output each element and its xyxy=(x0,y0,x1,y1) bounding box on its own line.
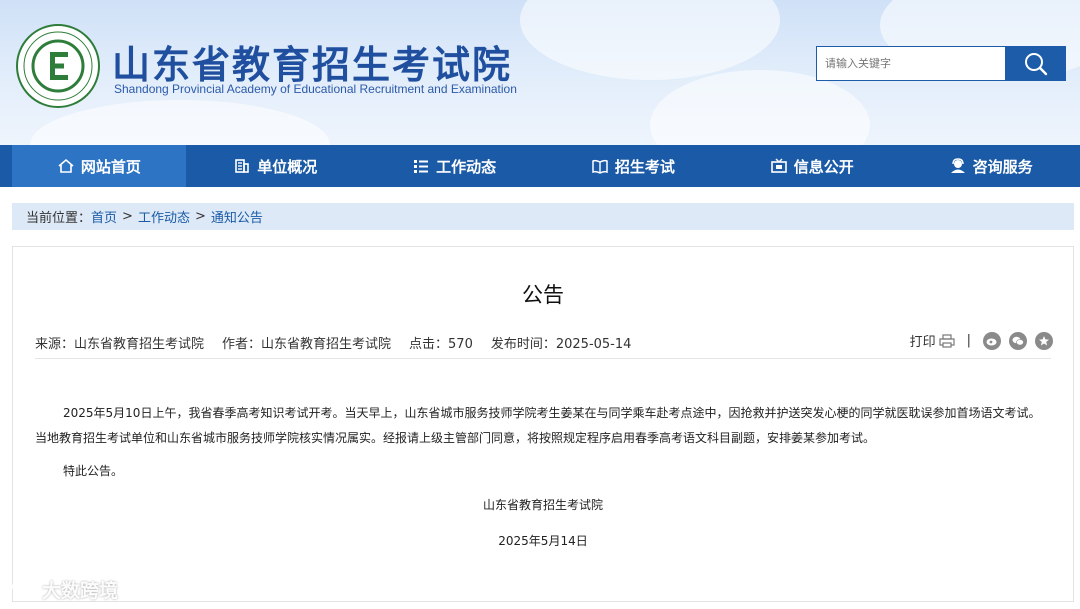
breadcrumb-home[interactable]: 首页 xyxy=(91,207,117,226)
nav-item-label: 工作动态 xyxy=(436,157,497,176)
meta-published: 发布时间：2025-05-14 xyxy=(490,337,632,352)
nav-item-label: 网站首页 xyxy=(80,157,141,176)
nav-item-consult[interactable]: 咨询服务 xyxy=(901,145,1080,187)
share-weibo-icon[interactable] xyxy=(983,331,1001,350)
breadcrumb: 当前位置： 首页 > 工作动态 > 通知公告 xyxy=(12,203,1074,230)
book-icon xyxy=(592,159,608,174)
nav-item-overview[interactable]: 单位概况 xyxy=(186,145,365,187)
star-icon xyxy=(1039,335,1049,345)
weibo-icon xyxy=(986,338,997,345)
wechat-icon xyxy=(1012,336,1024,345)
meta-clicks: 点击：570 xyxy=(409,337,473,352)
article-meta: 来源：山东省教育招生考试院 作者：山东省教育招生考试院 点击：570 发布时间：… xyxy=(35,333,631,352)
home-icon xyxy=(58,158,74,173)
header-cloud xyxy=(520,0,780,80)
info-board-icon xyxy=(770,158,787,173)
printer-icon xyxy=(939,333,955,348)
signature-org: 山东省教育招生考试院 xyxy=(482,498,603,512)
article-tools: 打印 | xyxy=(910,331,1053,350)
share-favorite-icon[interactable] xyxy=(1035,331,1053,350)
print-label: 打印 xyxy=(909,335,936,350)
breadcrumb-news[interactable]: 工作动态 xyxy=(138,207,190,226)
header-cloud xyxy=(650,70,870,145)
watermark: 大数跨境 xyxy=(8,576,118,603)
site-header: 山东省教育招生考试院 Shandong Provincial Academy o… xyxy=(0,0,1080,145)
search-input[interactable] xyxy=(816,46,1005,81)
nav-item-news[interactable]: 工作动态 xyxy=(365,145,544,187)
meta-author: 作者：山东省教育招生考试院 xyxy=(222,337,392,352)
print-button[interactable]: 打印 xyxy=(910,331,955,350)
list-icon xyxy=(414,160,429,173)
signature-date: 2025年5月14日 xyxy=(498,534,588,548)
breadcrumb-prefix: 当前位置： xyxy=(26,211,92,226)
meta-source: 来源：山东省教育招生考试院 xyxy=(35,337,205,352)
article-title: 公告 xyxy=(522,283,564,307)
watermark-logo-icon xyxy=(9,581,38,598)
site-title: 山东省教育招生考试院 xyxy=(112,43,513,87)
share-separator: | xyxy=(966,333,971,348)
article-body: 2025年5月10日上午，我省春季高考知识考试开考。当天早上，山东省城市服务技师… xyxy=(35,401,1051,451)
breadcrumb-notices[interactable]: 通知公告 xyxy=(211,207,263,226)
nav-item-home[interactable]: 网站首页 xyxy=(12,145,186,187)
nav-item-admission[interactable]: 招生考试 xyxy=(544,145,723,187)
search-button[interactable] xyxy=(1005,46,1066,81)
nav-item-label: 咨询服务 xyxy=(972,157,1033,176)
nav-item-label: 单位概况 xyxy=(257,157,318,176)
breadcrumb-separator: > xyxy=(122,209,133,224)
article-paragraph: 2025年5月10日上午，我省春季高考知识考试开考。当天早上，山东省城市服务技师… xyxy=(35,406,1041,445)
article-notice: 特此公告。 xyxy=(63,464,124,478)
nav-item-label: 招生考试 xyxy=(614,157,675,176)
site-subtitle: Shandong Provincial Academy of Education… xyxy=(114,82,517,96)
share-wechat-icon[interactable] xyxy=(1009,331,1027,350)
search-icon xyxy=(1024,52,1047,75)
site-logo-seal[interactable] xyxy=(16,24,100,108)
article-container: 公告 来源：山东省教育招生考试院 作者：山东省教育招生考试院 点击：570 发布… xyxy=(12,246,1074,602)
nav-item-disclosure[interactable]: 信息公开 xyxy=(722,145,901,187)
breadcrumb-separator: > xyxy=(194,209,206,224)
consult-icon xyxy=(950,158,965,173)
nav-item-label: 信息公开 xyxy=(793,157,854,176)
building-icon xyxy=(235,159,250,173)
search-box xyxy=(816,46,1066,81)
main-nav: 网站首页 单位概况 工作动态 招生考试 信息公开 咨询服务 xyxy=(0,145,1080,187)
watermark-text: 大数跨境 xyxy=(42,580,119,602)
meta-divider xyxy=(35,358,1051,359)
